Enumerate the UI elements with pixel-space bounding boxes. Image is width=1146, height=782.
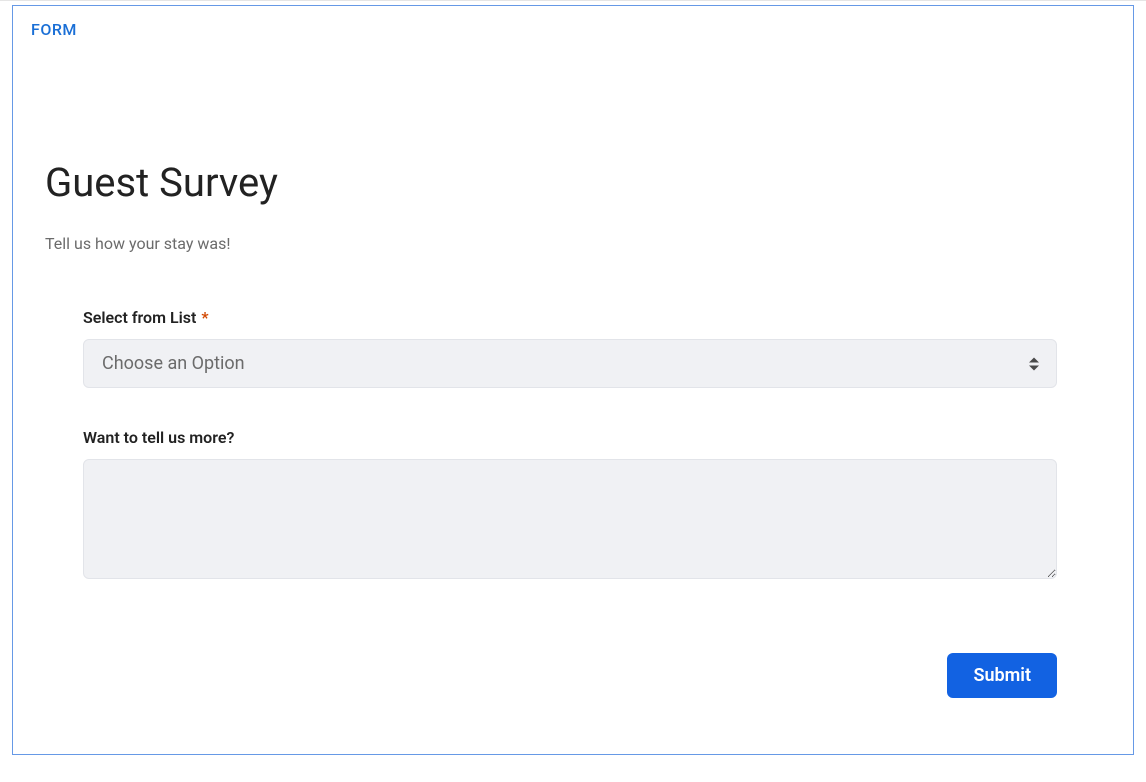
form-subtitle: Tell us how your stay was! xyxy=(45,234,1115,253)
form-content: Guest Survey Tell us how your stay was! … xyxy=(45,159,1115,698)
select-wrapper: Choose an Option xyxy=(83,339,1057,388)
tell-us-more-input[interactable] xyxy=(83,459,1057,579)
select-field-label: Select from List * xyxy=(83,308,1057,327)
select-field: Select from List * Choose an Option xyxy=(83,308,1057,388)
form-actions: Submit xyxy=(83,653,1057,698)
form-body: Select from List * Choose an Option Want… xyxy=(83,308,1057,698)
select-label-text: Select from List xyxy=(83,308,196,327)
form-header-label: FORM xyxy=(31,20,1115,39)
textarea-field-label: Want to tell us more? xyxy=(83,428,1057,447)
select-from-list-input[interactable]: Choose an Option xyxy=(83,339,1057,388)
required-marker: * xyxy=(201,308,208,327)
submit-button[interactable]: Submit xyxy=(947,653,1057,698)
form-container: FORM Guest Survey Tell us how your stay … xyxy=(12,5,1134,755)
form-title: Guest Survey xyxy=(45,159,1115,206)
textarea-field: Want to tell us more? xyxy=(83,428,1057,583)
